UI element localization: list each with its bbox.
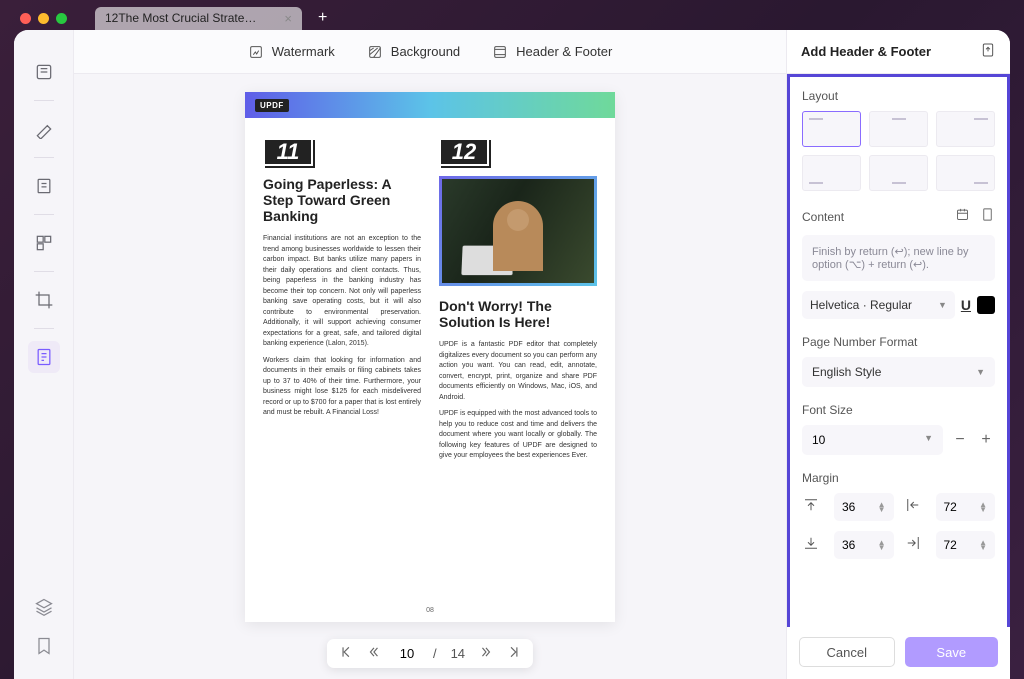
margin-bottom-input[interactable]: 36▲▼	[834, 531, 894, 559]
close-tab-icon[interactable]: ×	[284, 11, 292, 26]
content-textarea[interactable]: Finish by return (↩); new line by option…	[802, 235, 995, 281]
header-footer-panel: Add Header & Footer Layout Content Finis	[786, 30, 1010, 679]
font-select[interactable]: Helvetica · Regular▼	[802, 291, 955, 319]
highlight-tool[interactable]	[28, 113, 60, 145]
right-para-1: UPDF is a fantastic PDF editor that comp…	[439, 340, 597, 403]
crop-tool[interactable]	[28, 284, 60, 316]
save-button[interactable]: Save	[905, 637, 999, 667]
layout-option-3[interactable]	[936, 111, 995, 147]
document-page-preview: UPDF 11 Going Paperless: A Step Toward G…	[245, 92, 615, 622]
section-number-right: 12	[439, 138, 489, 166]
section-number-left: 11	[263, 138, 313, 166]
minimize-window[interactable]	[38, 13, 49, 24]
background-label: Background	[391, 44, 460, 59]
layers-icon[interactable]	[34, 597, 54, 622]
last-page-icon[interactable]	[507, 645, 521, 662]
layout-option-5[interactable]	[869, 155, 928, 191]
layout-option-1[interactable]	[802, 111, 861, 147]
font-size-select[interactable]: 10▼	[802, 425, 943, 455]
hero-image	[439, 176, 597, 286]
page-icon[interactable]	[980, 207, 995, 227]
first-page-icon[interactable]	[339, 645, 353, 662]
bookmark-icon[interactable]	[34, 636, 54, 661]
background-button[interactable]: Background	[367, 44, 460, 60]
page-input[interactable]	[395, 646, 419, 661]
edit-tool[interactable]	[28, 170, 60, 202]
decrease-size[interactable]: −	[951, 431, 969, 449]
layout-option-4[interactable]	[802, 155, 861, 191]
prev-page-icon[interactable]	[367, 645, 381, 662]
close-window[interactable]	[20, 13, 31, 24]
export-icon[interactable]	[980, 42, 996, 61]
page-toolbar: Watermark Background Header & Footer	[74, 30, 786, 74]
page-number: 08	[245, 607, 615, 622]
color-swatch[interactable]	[977, 296, 995, 314]
cancel-button[interactable]: Cancel	[799, 637, 895, 667]
margin-right-input[interactable]: 72▲▼	[936, 531, 996, 559]
left-sidebar	[14, 30, 74, 679]
date-icon[interactable]	[955, 207, 970, 227]
organize-tool[interactable]	[28, 227, 60, 259]
margin-left-input[interactable]: 72▲▼	[936, 493, 996, 521]
tab-title: 12The Most Crucial Strate…	[105, 11, 256, 25]
margin-label: Margin	[802, 471, 995, 485]
reader-tool[interactable]	[28, 56, 60, 88]
add-tab-button[interactable]: +	[318, 9, 327, 27]
right-heading: Don't Worry! The Solution Is Here!	[439, 298, 597, 330]
layout-label: Layout	[802, 89, 995, 103]
document-tab[interactable]: 12The Most Crucial Strate… ×	[95, 7, 302, 30]
increase-size[interactable]: +	[977, 431, 995, 449]
page-total: 14	[451, 646, 465, 661]
layout-option-2[interactable]	[869, 111, 928, 147]
left-para-1: Financial institutions are not an except…	[263, 234, 421, 350]
margin-left-icon	[904, 496, 926, 519]
left-para-2: Workers claim that looking for informati…	[263, 356, 421, 419]
layout-option-6[interactable]	[936, 155, 995, 191]
fontsize-label: Font Size	[802, 403, 995, 417]
content-label: Content	[802, 210, 844, 224]
next-page-icon[interactable]	[479, 645, 493, 662]
brand-badge: UPDF	[255, 99, 289, 112]
window-controls[interactable]	[20, 13, 67, 24]
underline-toggle[interactable]: U	[961, 297, 971, 313]
left-heading: Going Paperless: A Step Toward Green Ban…	[263, 176, 421, 224]
page-number-format-select[interactable]: English Style▼	[802, 357, 995, 387]
page-sep: /	[433, 646, 437, 661]
right-para-2: UPDF is equipped with the most advanced …	[439, 409, 597, 462]
watermark-label: Watermark	[272, 44, 335, 59]
header-footer-label: Header & Footer	[516, 44, 612, 59]
pnf-label: Page Number Format	[802, 335, 995, 349]
margin-right-icon	[904, 534, 926, 557]
panel-title: Add Header & Footer	[801, 44, 931, 59]
page-navigator: / 14	[327, 639, 533, 668]
margin-top-input[interactable]: 36▲▼	[834, 493, 894, 521]
header-footer-button[interactable]: Header & Footer	[492, 44, 612, 60]
margin-top-icon	[802, 496, 824, 519]
margin-bottom-icon	[802, 534, 824, 557]
watermark-button[interactable]: Watermark	[248, 44, 335, 60]
maximize-window[interactable]	[56, 13, 67, 24]
page-tools[interactable]	[28, 341, 60, 373]
